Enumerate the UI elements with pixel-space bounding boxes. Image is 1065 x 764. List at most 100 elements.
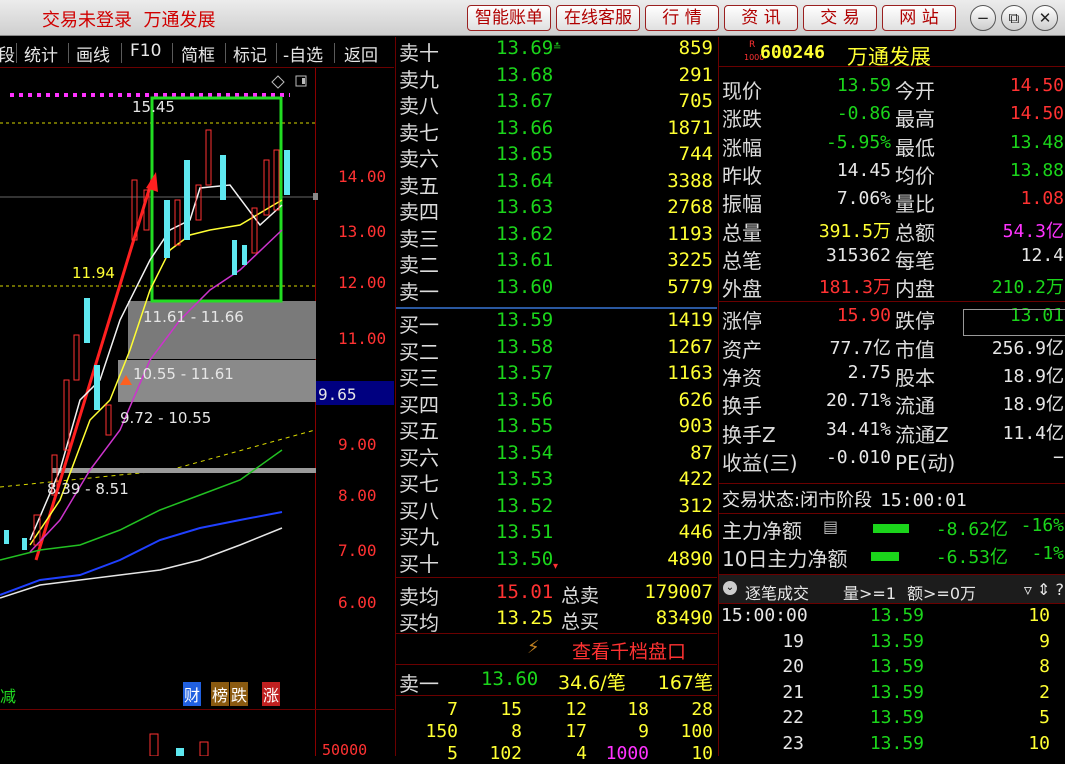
depth-book-link[interactable]: 查看千档盘口 xyxy=(572,637,686,664)
bid-row[interactable]: 买二 13.58 1267 xyxy=(396,336,717,364)
bid-scroll-down-icon[interactable]: ▾ xyxy=(553,561,558,572)
tab-back[interactable]: 返回 xyxy=(344,41,378,66)
ask-row[interactable]: 卖六 13.65 744 xyxy=(396,143,717,171)
stat-value: − xyxy=(1053,446,1064,468)
tick-volume: 9 xyxy=(1039,630,1050,652)
filter-icons[interactable]: ▿ ⇕ ? xyxy=(1024,580,1064,599)
tab-statistics[interactable]: 统计 xyxy=(24,41,58,66)
summary-volume: 179007 xyxy=(644,581,713,603)
news-button[interactable]: 资 讯 xyxy=(724,5,798,31)
ask-label: 卖六 xyxy=(399,147,439,171)
stat-row: 收益(三) -0.010 PE(动) − xyxy=(719,446,1065,475)
tag-rise[interactable]: 涨 xyxy=(262,682,281,706)
ask-label: 卖八 xyxy=(399,94,439,118)
ask-label: 卖七 xyxy=(399,120,439,145)
tab-segment[interactable]: 段 xyxy=(0,41,15,66)
window-title: 交易未登录 万通发展 xyxy=(42,10,216,31)
stat-value: 18.9亿 xyxy=(1002,366,1064,387)
tag-fall[interactable]: 跌 xyxy=(230,682,249,706)
stat-value: 54.3亿 xyxy=(1002,220,1064,242)
ask-row[interactable]: 卖七 13.66 1871 xyxy=(396,117,717,145)
bid-row[interactable]: 买三 13.57 1163 xyxy=(396,362,717,390)
ask-row[interactable]: 卖一 13.60 5779 xyxy=(396,276,717,304)
smart-bill-button[interactable]: 智能账单 xyxy=(467,5,551,31)
ask-row[interactable]: 卖四 13.63 2768 xyxy=(396,196,717,224)
tab-watchlist[interactable]: -自选 xyxy=(283,41,323,66)
ask-volume: 859 xyxy=(678,37,713,59)
capital-flow-row: 主力净额 ▤ -8.62亿 -16% xyxy=(719,515,1065,543)
divider xyxy=(276,43,277,63)
tab-f10[interactable]: F10 xyxy=(130,41,161,61)
close-icon[interactable]: ✕ xyxy=(1032,5,1058,31)
tick-price: 13.59 xyxy=(869,656,924,677)
stat-label: 总量 xyxy=(722,220,762,245)
restore-icon[interactable]: ⧉ xyxy=(1001,5,1027,31)
bid-row[interactable]: 买七 13.53 422 xyxy=(396,468,717,496)
ask-row[interactable]: 卖二 13.61 3225 xyxy=(396,249,717,277)
price-axis-label: 9.00 xyxy=(338,435,377,454)
ask-scroll-up-icon[interactable]: ≛ xyxy=(553,42,561,53)
summary-price: 15.01 xyxy=(496,581,554,603)
ask-row[interactable]: 卖八 13.67 705 xyxy=(396,90,717,118)
trade-button[interactable]: 交 易 xyxy=(803,5,877,31)
stat-value: 2.75 xyxy=(847,362,891,383)
stat-value: 77.7亿 xyxy=(829,337,891,359)
bid-row[interactable]: 买一 13.59 1419 xyxy=(396,309,717,337)
chart-toolbar: 段 统计 画线 F10 简框 标记 -自选 返回 xyxy=(0,37,394,68)
minimize-icon[interactable]: − xyxy=(970,5,996,31)
tag-ranking[interactable]: 榜 xyxy=(211,682,230,706)
ask-label: 卖二 xyxy=(399,253,439,277)
capital-flow-bar xyxy=(873,524,909,533)
tag-reduce: 减 xyxy=(0,687,17,706)
ask-row[interactable]: 卖九 13.68 291 xyxy=(396,64,717,92)
bid-row[interactable]: 买五 13.55 903 xyxy=(396,415,717,443)
queue-cell: 8 xyxy=(511,721,522,742)
tick-price: 13.59 xyxy=(869,630,924,652)
summary-row: 买均 13.25 总买 83490 xyxy=(396,607,717,635)
capital-flow-pct: -1% xyxy=(1031,543,1064,564)
tab-frame[interactable]: 简框 xyxy=(181,41,215,66)
price-axis-label: 12.00 xyxy=(338,273,387,292)
bid-row[interactable]: 买八 13.52 312 xyxy=(396,495,717,523)
volume-filter[interactable]: 量>=1 xyxy=(843,580,896,604)
collapse-icon[interactable]: ⌄ xyxy=(723,581,737,595)
bid-label: 买五 xyxy=(399,419,439,443)
ask-label: 卖十 xyxy=(399,41,439,65)
queue-cell: 4 xyxy=(576,743,587,764)
stat-value: 7.06% xyxy=(836,188,891,210)
ask-row[interactable]: 卖五 13.64 3388 xyxy=(396,170,717,198)
bid-volume: 446 xyxy=(678,521,713,543)
stat-label: 现价 xyxy=(722,79,762,103)
ask-row[interactable]: 卖三 13.62 1193 xyxy=(396,223,717,251)
bid-row[interactable]: 买六 13.54 87 xyxy=(396,441,717,470)
bid-row[interactable]: 买九 13.51 446 xyxy=(396,521,717,549)
ask-label: 卖三 xyxy=(399,226,439,251)
queue-cell: 18 xyxy=(627,699,649,720)
tab-mark[interactable]: 标记 xyxy=(233,41,267,66)
stat-value: 13.88 xyxy=(1009,159,1064,181)
amount-filter[interactable]: 额>=0万 xyxy=(907,580,976,604)
bid-row[interactable]: 买四 13.56 626 xyxy=(396,389,717,417)
ask-label: 卖四 xyxy=(399,200,439,224)
stat-label: 净资 xyxy=(722,366,762,390)
bid-volume: 903 xyxy=(678,415,713,437)
queue-cell: 28 xyxy=(691,699,713,720)
quotes-button[interactable]: 行 情 xyxy=(645,5,719,31)
stat-value: 12.4 xyxy=(1020,244,1064,266)
queue-cell: 5 xyxy=(447,743,458,764)
bid-volume: 87 xyxy=(690,441,713,464)
queue-cell: 1000 xyxy=(605,743,649,764)
capital-flow-label: 主力净额 xyxy=(722,519,802,543)
tab-draw[interactable]: 画线 xyxy=(76,41,110,66)
tag-finance[interactable]: 财 xyxy=(183,682,202,706)
price-axis-label: 11.00 xyxy=(338,329,387,348)
website-button[interactable]: 网 站 xyxy=(882,5,956,31)
stat-label: 均价 xyxy=(895,163,935,188)
divider xyxy=(719,483,1065,484)
stat-row: 涨跌 -0.86 最高 14.50 xyxy=(719,103,1065,131)
candlestick-chart[interactable]: 14.00 13.00 12.00 11.00 9.00 8.00 7.00 6… xyxy=(0,68,394,756)
online-service-button[interactable]: 在线客服 xyxy=(556,5,640,31)
capital-flow-value: -6.53亿 xyxy=(935,547,1008,568)
list-icon[interactable]: ▤ xyxy=(823,517,838,536)
summary-volume: 83490 xyxy=(655,607,713,629)
